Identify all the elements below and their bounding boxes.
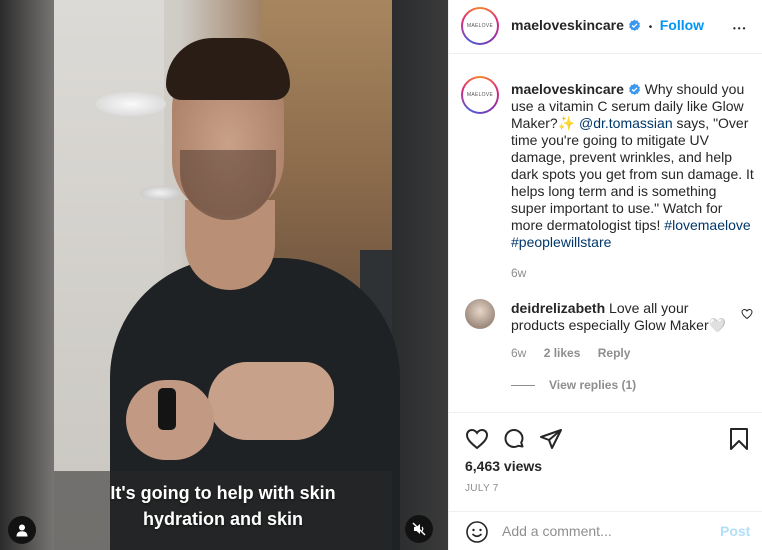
post-age[interactable]: 6w xyxy=(511,265,755,282)
avatar-logo-text: MAELOVE xyxy=(466,23,494,29)
video-caption: It's going to help with skin hydration a… xyxy=(54,480,392,532)
comment-meta: 6w 2 likes Reply xyxy=(511,346,644,360)
video-person-hair xyxy=(166,38,290,100)
speaker-muted-icon xyxy=(412,522,426,536)
comment-likes[interactable]: 2 likes xyxy=(544,346,581,360)
post-actions: 6,463 views JULY 7 Add a comment... Post xyxy=(449,412,762,550)
verified-badge-icon xyxy=(629,19,641,31)
comment-age[interactable]: 6w xyxy=(511,346,526,360)
mute-button[interactable] xyxy=(405,515,433,543)
caption-text: says, "Over time you're going to mitigat… xyxy=(511,115,754,233)
comment-input[interactable]: Add a comment... xyxy=(502,523,612,539)
video-ceiling-light xyxy=(140,186,180,200)
view-count: 6,463 views xyxy=(465,458,543,474)
hashtag-link[interactable]: #peoplewillstare xyxy=(511,234,611,250)
tagged-users-button[interactable] xyxy=(8,516,36,544)
video-caption-line: hydration and skin xyxy=(142,509,304,529)
post-details-panel: MAELOVE maeloveskincare • Follow ••• MAE… xyxy=(448,0,762,550)
paper-plane-icon xyxy=(540,429,562,449)
white-heart-emoji: 🤍 xyxy=(708,317,727,333)
video-caption-line: It's going to help with skin xyxy=(110,483,336,503)
caption-avatar[interactable]: MAELOVE xyxy=(461,76,499,114)
caption-username[interactable]: maeloveskincare xyxy=(511,81,624,97)
avatar[interactable]: MAELOVE xyxy=(461,7,499,45)
more-options-icon: ••• xyxy=(733,24,748,33)
video-person-hand xyxy=(208,362,334,440)
video-serum-bottle xyxy=(158,388,176,430)
video-blur-left xyxy=(0,0,56,550)
like-button[interactable] xyxy=(465,427,489,456)
bookmark-icon xyxy=(730,428,748,450)
post-date[interactable]: JULY 7 xyxy=(465,483,499,494)
reply-button[interactable]: Reply xyxy=(598,346,631,360)
heart-icon xyxy=(465,428,489,450)
comment-button[interactable] xyxy=(502,427,526,456)
header-username[interactable]: maeloveskincare xyxy=(511,17,624,33)
video-blur-right xyxy=(392,0,448,550)
separator-dot: • xyxy=(648,22,653,33)
sparkles-emoji: ✨ xyxy=(557,115,576,131)
save-button[interactable] xyxy=(728,427,750,456)
hashtag-link[interactable]: #lovemaelove xyxy=(664,217,750,233)
comment-composer: Add a comment... Post xyxy=(449,511,762,550)
verified-badge-icon xyxy=(628,83,640,95)
view-replies-button[interactable]: View replies (1) xyxy=(511,378,636,392)
post-comment-button[interactable]: Post xyxy=(720,523,750,539)
comment-bubble-icon xyxy=(504,429,524,448)
mention-link[interactable]: @dr.tomassian xyxy=(579,115,673,131)
user-icon xyxy=(16,524,28,537)
header-user-line: maeloveskincare • Follow xyxy=(511,17,704,35)
share-button[interactable] xyxy=(539,427,563,456)
avatar-image: MAELOVE xyxy=(463,9,497,43)
emoji-button[interactable] xyxy=(465,520,489,549)
comment-avatar[interactable] xyxy=(465,299,495,329)
follow-button[interactable]: Follow xyxy=(660,17,704,33)
post-header: MAELOVE maeloveskincare • Follow ••• xyxy=(449,0,762,54)
comment-username[interactable]: deidrelizabeth xyxy=(511,300,605,316)
post-caption: maeloveskincare Why should you use a vit… xyxy=(511,81,755,282)
divider-line xyxy=(511,384,535,386)
caption-avatar-image: MAELOVE xyxy=(463,78,497,112)
more-options-button[interactable]: ••• xyxy=(733,18,747,36)
smiley-icon xyxy=(466,521,488,543)
caption-avatar-logo-text: MAELOVE xyxy=(466,92,494,98)
like-comment-button[interactable] xyxy=(741,307,753,325)
view-replies-label: View replies (1) xyxy=(549,378,637,392)
video-ceiling-light xyxy=(96,92,166,116)
comment: deidrelizabeth Love all your products es… xyxy=(511,300,731,334)
video-player[interactable]: It's going to help with skin hydration a… xyxy=(0,0,448,550)
heart-outline-icon xyxy=(741,308,753,320)
